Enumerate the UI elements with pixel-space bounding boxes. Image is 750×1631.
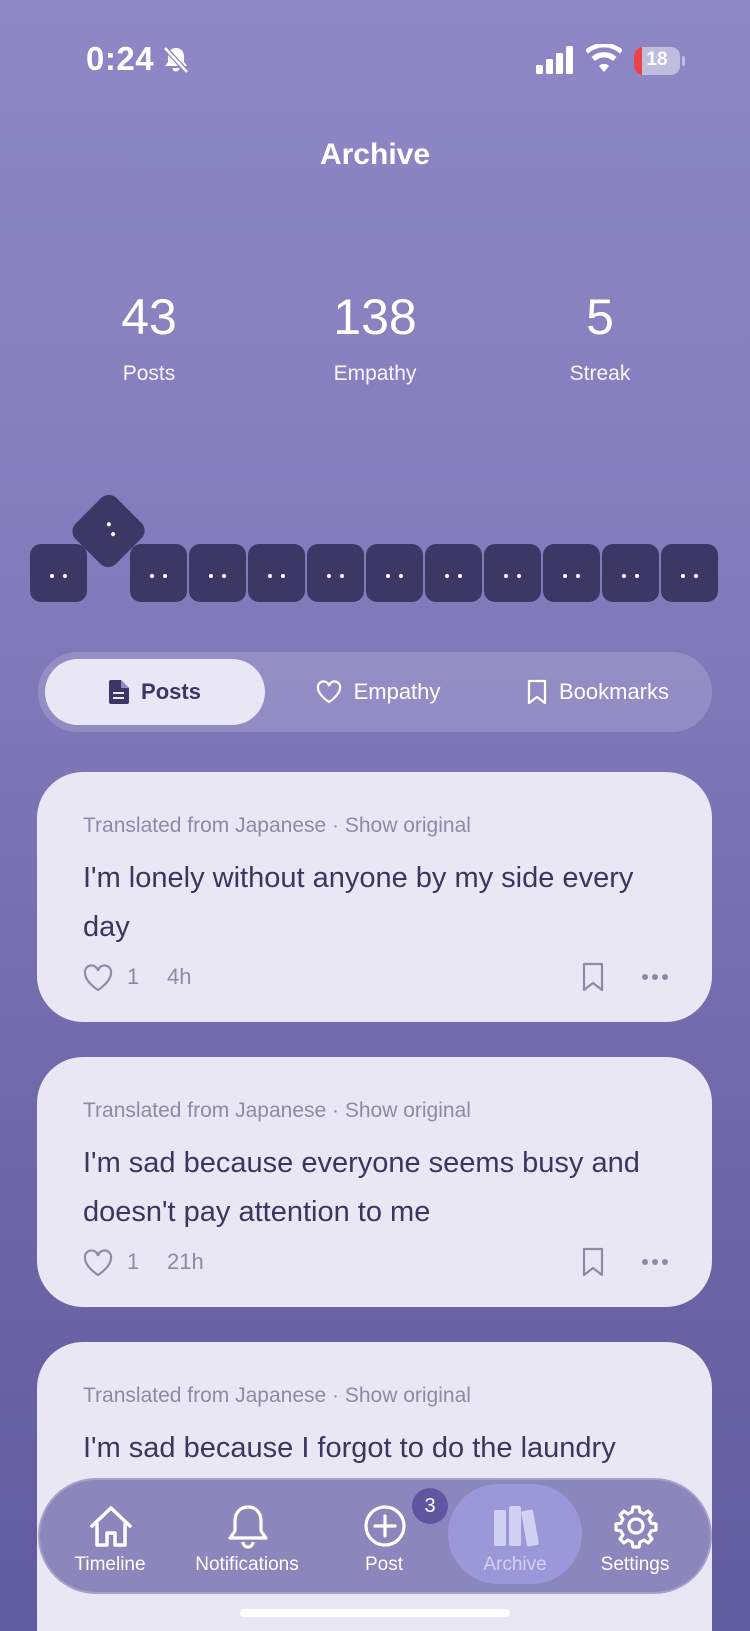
nav-archive[interactable]: Archive — [448, 1480, 582, 1592]
mood-block — [130, 544, 187, 602]
translation-note[interactable]: Translated from Japanese · Show original — [83, 814, 471, 838]
stat-label: Posts — [122, 362, 176, 385]
nav-label: Post — [364, 1554, 404, 1575]
mood-block — [366, 544, 423, 602]
heart-icon[interactable] — [83, 964, 113, 992]
mood-block — [30, 544, 87, 602]
bell-slash-icon — [163, 46, 189, 74]
post-actions: 1 21h — [83, 1247, 669, 1281]
mood-block — [307, 544, 364, 602]
post-card[interactable]: Translated from Japanese · Show original… — [37, 772, 712, 1022]
like-count: 1 — [127, 1249, 140, 1274]
stat-posts: 43 Posts — [49, 292, 249, 386]
tab-empathy[interactable]: Empathy — [278, 659, 478, 725]
bookmark-icon[interactable] — [581, 1247, 605, 1277]
post-badge: 3 — [412, 1488, 448, 1524]
mood-block — [484, 544, 541, 602]
mood-block — [602, 544, 659, 602]
bell-icon — [228, 1505, 268, 1549]
page-title: Archive — [319, 138, 431, 171]
tab-posts[interactable]: Posts — [45, 659, 265, 725]
plus-circle-icon — [364, 1505, 406, 1547]
like-count: 1 — [127, 964, 140, 989]
mood-block — [189, 544, 246, 602]
stat-value: 138 — [333, 289, 417, 345]
status-time: 0:24 — [86, 40, 155, 77]
battery-percentage: 18 — [646, 49, 668, 70]
tab-label: Empathy — [353, 679, 441, 704]
battery-cap — [682, 56, 685, 66]
mood-block — [248, 544, 305, 602]
bookmark-icon[interactable] — [581, 962, 605, 992]
mood-blocks — [30, 490, 720, 602]
bookmark-outline-icon — [527, 679, 547, 705]
tab-bookmarks[interactable]: Bookmarks — [493, 659, 703, 725]
archive-tabs: Posts Empathy Bookmarks — [38, 652, 712, 732]
post-card[interactable]: Translated from Japanese · Show original… — [37, 1057, 712, 1307]
mood-block — [543, 544, 600, 602]
home-indicator[interactable] — [240, 1609, 510, 1617]
mood-block — [425, 544, 482, 602]
books-icon — [494, 1506, 539, 1547]
bottom-tab-bar: Timeline Notifications Post Archive Sett… — [38, 1478, 712, 1594]
stat-streak: 5 Streak — [500, 292, 700, 386]
cellular-signal-icon — [536, 46, 573, 74]
post-text: I'm sad because I forgot to do the laund… — [83, 1432, 616, 1464]
heart-outline-icon — [316, 680, 341, 704]
gear-icon — [614, 1505, 658, 1549]
house-icon — [90, 1506, 132, 1547]
nav-label: Settings — [600, 1554, 670, 1575]
post-actions: 1 4h — [83, 962, 669, 996]
stat-label: Streak — [569, 362, 631, 385]
mood-block — [661, 544, 718, 602]
nav-notifications[interactable]: Notifications — [180, 1480, 314, 1592]
nav-label: Timeline — [74, 1554, 146, 1575]
battery-body: 18 — [634, 47, 680, 75]
tab-label: Posts — [141, 679, 201, 704]
stat-label: Empathy — [333, 362, 417, 385]
nav-settings[interactable]: Settings — [568, 1480, 702, 1592]
stat-value: 5 — [586, 289, 614, 345]
post-age: 21h — [167, 1249, 204, 1274]
nav-label: Archive — [483, 1554, 547, 1575]
document-icon — [109, 680, 130, 704]
stat-value: 43 — [121, 289, 177, 345]
post-text: I'm sad because everyone seems busy and … — [83, 1147, 640, 1228]
nav-timeline[interactable]: Timeline — [43, 1480, 177, 1592]
tab-label: Bookmarks — [558, 679, 670, 704]
heart-icon[interactable] — [83, 1249, 113, 1277]
more-icon[interactable] — [641, 1257, 669, 1267]
post-age: 4h — [167, 964, 192, 989]
post-text: I'm lonely without anyone by my side eve… — [83, 862, 634, 943]
stat-empathy: 138 Empathy — [275, 292, 475, 386]
wifi-icon — [586, 44, 622, 72]
translation-note[interactable]: Translated from Japanese · Show original — [83, 1099, 471, 1123]
translation-note[interactable]: Translated from Japanese · Show original — [83, 1384, 471, 1408]
more-icon[interactable] — [641, 972, 669, 982]
status-bar: 0:24 18 — [0, 0, 750, 120]
nav-label: Notifications — [195, 1554, 299, 1575]
battery-icon: 18 — [634, 47, 685, 75]
